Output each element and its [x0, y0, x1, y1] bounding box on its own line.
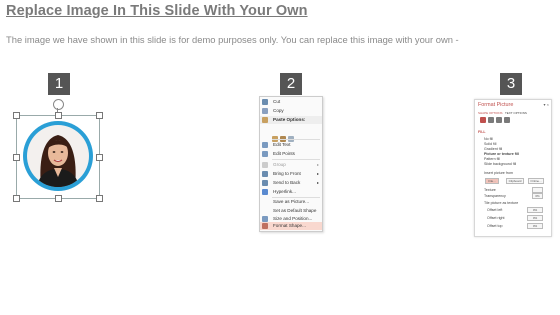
file-button[interactable]: File... [485, 178, 499, 184]
offset-left-label: Offset left [487, 208, 503, 212]
pane-tabs: SHAPE OPTIONS TEXT OPTIONS [478, 111, 527, 115]
scissors-icon [262, 99, 268, 105]
resize-handle[interactable] [55, 112, 62, 119]
option-slide-background-fill[interactable]: Slide background fill [484, 162, 516, 166]
size-properties-icon[interactable] [496, 117, 502, 123]
offset-top-label: Offset top [487, 224, 503, 228]
online-button[interactable]: Online... [528, 178, 544, 184]
pane-title: Format Picture [478, 102, 514, 108]
menu-item-copy[interactable]: Copy [260, 107, 322, 115]
offset-right-field[interactable]: 0% [527, 215, 543, 221]
effects-icon[interactable] [488, 117, 494, 123]
pane-category-icons [480, 117, 512, 124]
tab-text-options[interactable]: TEXT OPTIONS [505, 111, 527, 115]
tile-checkbox[interactable]: Tile picture as texture [484, 201, 518, 205]
resize-handle[interactable] [96, 112, 103, 119]
offset-left-field[interactable]: 0% [527, 207, 543, 213]
send-back-icon [262, 180, 268, 186]
option-picture-fill[interactable]: Picture or texture fill [484, 152, 519, 156]
resize-handle[interactable] [96, 154, 103, 161]
menu-item-send-to-back[interactable]: Send to Back ▸ [260, 179, 322, 187]
paste-options-row [272, 129, 296, 142]
clipboard-button[interactable]: Clipboard [506, 178, 524, 184]
menu-item-paste-options: Paste Options: [260, 116, 322, 124]
context-menu: Cut Copy Paste Options: Edit Text Edit P… [259, 96, 323, 232]
insert-from-label: Insert picture from [484, 171, 513, 175]
resize-handle[interactable] [13, 195, 20, 202]
picture-icon[interactable] [504, 117, 510, 123]
step-3-badge: 3 [500, 73, 522, 95]
menu-item-hyperlink[interactable]: Hyperlink... [260, 188, 322, 196]
menu-item-format-shape[interactable]: Format Shape... [260, 222, 322, 230]
option-no-fill[interactable]: No fill [484, 137, 493, 141]
resize-handle[interactable] [55, 195, 62, 202]
texture-label: Texture [484, 188, 496, 192]
menu-item-edit-points[interactable]: Edit Points [260, 150, 322, 158]
slide-subtitle: The image we have shown in this slide is… [6, 34, 459, 45]
offset-top-field[interactable]: 0% [527, 223, 543, 229]
menu-item-group[interactable]: Group ▸ [260, 161, 322, 169]
resize-handle[interactable] [13, 112, 20, 119]
submenu-arrow-icon: ▸ [316, 171, 319, 176]
option-solid-fill[interactable]: Solid fill [484, 142, 496, 146]
menu-item-cut[interactable]: Cut [260, 98, 322, 106]
section-fill[interactable]: FILL [478, 130, 486, 134]
group-icon [262, 162, 268, 168]
pane-controls[interactable]: ▾ × [544, 102, 549, 107]
format-icon [262, 223, 268, 229]
avatar [23, 121, 93, 191]
menu-item-save-as-picture[interactable]: Save as Picture... [260, 198, 322, 206]
submenu-arrow-icon: ▸ [316, 162, 319, 167]
transparency-label: Transparency [484, 194, 506, 198]
format-picture-pane: Format Picture ▾ × SHAPE OPTIONS TEXT OP… [474, 99, 552, 237]
menu-item-edit-text[interactable]: Edit Text [260, 141, 322, 149]
menu-item-bring-to-front[interactable]: Bring to Front ▸ [260, 170, 322, 178]
text-icon [262, 142, 268, 148]
resize-handle[interactable] [13, 154, 20, 161]
step-2-badge: 2 [280, 73, 302, 95]
option-pattern-fill[interactable]: Pattern fill [484, 157, 500, 161]
offset-right-label: Offset right [487, 216, 505, 220]
menu-separator [272, 139, 320, 140]
menu-item-set-default-shape[interactable]: Set as Default Shape [260, 207, 322, 215]
copy-icon [262, 108, 268, 114]
rotate-handle[interactable] [53, 99, 64, 110]
points-icon [262, 151, 268, 157]
submenu-arrow-icon: ▸ [316, 180, 319, 185]
resize-handle[interactable] [96, 195, 103, 202]
step-1-badge: 1 [48, 73, 70, 95]
slide-title: Replace Image In This Slide With Your Ow… [6, 3, 308, 19]
bring-front-icon [262, 171, 268, 177]
clipboard-icon [262, 117, 268, 123]
menu-separator [272, 159, 320, 160]
transparency-field[interactable]: 0% [532, 193, 543, 199]
option-gradient-fill[interactable]: Gradient fill [484, 147, 502, 151]
tab-shape-options[interactable]: SHAPE OPTIONS [478, 111, 503, 115]
portrait-photo [27, 125, 89, 187]
fill-line-icon[interactable] [480, 117, 486, 123]
link-icon [262, 189, 268, 195]
